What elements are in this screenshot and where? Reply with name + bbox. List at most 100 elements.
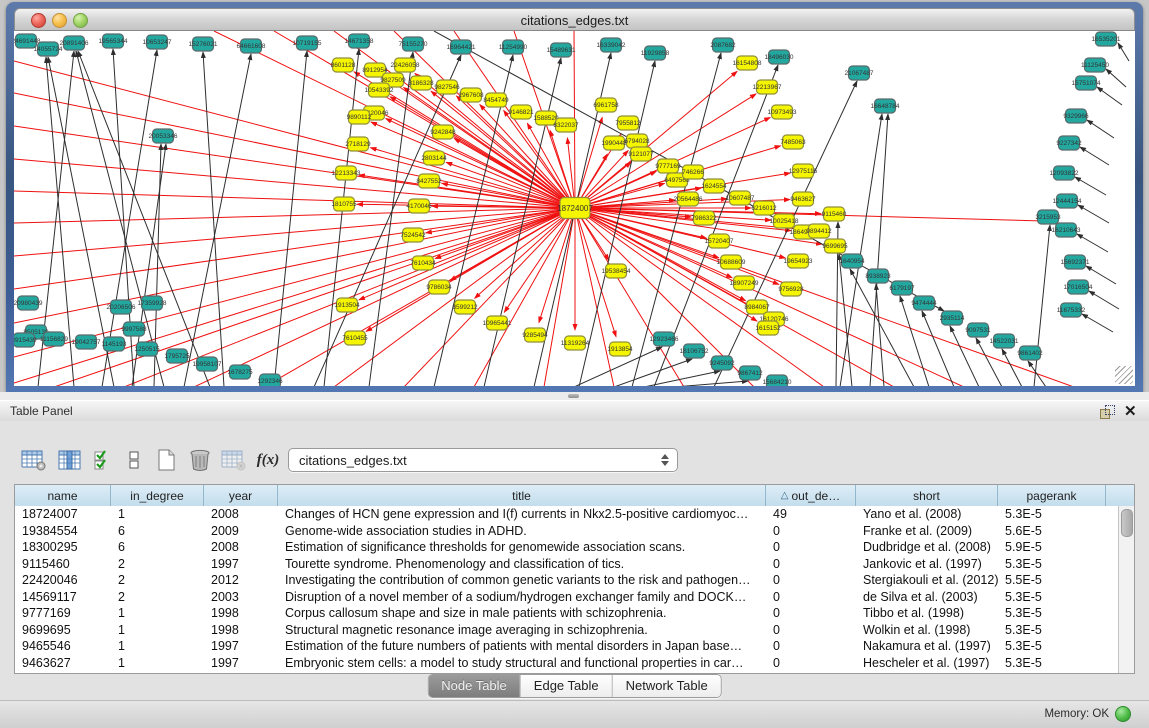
graph-node-yellow[interactable]: 1913854 (607, 342, 633, 356)
column-header-year[interactable]: year (204, 485, 278, 506)
cell-out_degree[interactable]: 49 (766, 506, 856, 523)
graph-node-yellow[interactable]: 10973493 (768, 105, 797, 119)
graph-node-yellow[interactable]: 1990448 (601, 136, 627, 150)
graph-node-teal[interactable]: 8938923 (865, 269, 891, 283)
cell-title[interactable]: Corpus callosum shape and size in male p… (278, 605, 766, 622)
column-select-icon[interactable] (54, 445, 86, 475)
graph-node-teal[interactable]: 16648784 (871, 99, 900, 113)
graph-node-teal[interactable]: 11125450 (1081, 58, 1109, 72)
cell-name[interactable]: 9777169 (15, 605, 111, 622)
graph-node-yellow[interactable]: 15720407 (705, 234, 734, 248)
graph-node-yellow[interactable]: 8322037 (553, 118, 579, 132)
graph-node-teal[interactable]: 14055724 (34, 42, 63, 56)
table-row[interactable]: 1456911722003Disruption of a novel membe… (15, 589, 1119, 606)
graph-node-yellow[interactable]: 8599212 (452, 300, 478, 314)
graph-node-teal[interactable]: 16535201 (1092, 32, 1121, 46)
graph-node-teal[interactable]: 3215953 (1035, 210, 1061, 224)
graph-node-yellow[interactable]: 20564486 (674, 192, 703, 206)
graph-node-yellow[interactable]: 9463627 (790, 192, 816, 206)
table-row[interactable]: 911546021997Tourette syndrome. Phenomeno… (15, 556, 1119, 573)
graph-node-yellow[interactable]: 9890112 (347, 110, 372, 124)
graph-node-yellow[interactable]: 1810755 (331, 197, 357, 211)
cell-name[interactable]: 9699695 (15, 622, 111, 639)
cell-short[interactable]: Nakamura et al. (1997) (856, 638, 998, 655)
graph-node-teal[interactable]: 11929858 (641, 46, 670, 60)
graph-node-yellow[interactable]: 8186328 (408, 76, 434, 90)
graph-node-teal[interactable]: 11675332 (1057, 303, 1086, 317)
graph-node-teal[interactable]: 6179197 (889, 281, 915, 295)
cell-name[interactable]: 22420046 (15, 572, 111, 589)
network-window-frame[interactable]: citations_edges.txt 24691448140557242089… (6, 2, 1143, 392)
graph-node-teal[interactable]: 1678275 (227, 365, 253, 379)
cell-in_degree[interactable]: 2 (111, 589, 204, 606)
graph-node-teal[interactable]: 3915439 (14, 333, 37, 347)
graph-node-yellow[interactable]: 7485063 (780, 135, 806, 149)
cell-name[interactable]: 19384554 (15, 523, 111, 540)
graph-node-teal[interactable]: 14671358 (345, 34, 374, 48)
graph-node-teal[interactable]: 9097531 (965, 323, 991, 337)
graph-node-teal[interactable]: 21067487 (845, 66, 874, 80)
table-row[interactable]: 1872400712008Changes of HCN gene express… (15, 506, 1119, 523)
cell-year[interactable]: 2008 (204, 539, 278, 556)
graph-node-yellow[interactable]: 9115460 (822, 207, 847, 221)
graph-node-teal[interactable]: 9329966 (1063, 109, 1089, 123)
graph-node-teal[interactable]: 64661608 (237, 39, 266, 53)
graph-node-yellow[interactable]: 9827546 (434, 80, 460, 94)
column-header-out_degree[interactable]: △out_de… (766, 485, 856, 506)
vertical-scrollbar[interactable] (1118, 506, 1134, 673)
cell-title[interactable]: Embryonic stem cells: a model to study s… (278, 655, 766, 672)
graph-node-yellow[interactable]: 10607487 (726, 191, 755, 205)
scrollbar-thumb[interactable] (1121, 509, 1133, 537)
graph-node-yellow[interactable]: 8454749 (483, 93, 509, 107)
table-settings-icon[interactable] (18, 445, 50, 475)
graph-node-yellow[interactable]: 7610434 (410, 256, 436, 270)
graph-node-teal[interactable]: 12093822 (1050, 166, 1079, 180)
graph-node-yellow[interactable]: 6961758 (593, 98, 619, 112)
cell-pagerank[interactable]: 5.6E-5 (998, 523, 1106, 540)
graph-node-teal[interactable]: 17016504 (1064, 280, 1093, 294)
graph-node-yellow[interactable]: 7524542 (400, 228, 426, 242)
graph-node-teal[interactable]: 15489631 (547, 43, 576, 57)
cell-in_degree[interactable]: 1 (111, 605, 204, 622)
graph-node-teal[interactable]: 1640954 (839, 254, 865, 268)
graph-node-yellow[interactable]: 18907249 (730, 276, 759, 290)
unselect-rows-icon[interactable] (118, 445, 150, 475)
graph-node-teal[interactable]: 17359928 (138, 296, 167, 310)
cell-short[interactable]: Tibbo et al. (1998) (856, 605, 998, 622)
table-row[interactable]: 2242004622012Investigating the contribut… (15, 572, 1119, 589)
cell-short[interactable]: Yano et al. (2008) (856, 506, 998, 523)
graph-node-teal[interactable]: 15751074 (1072, 76, 1101, 90)
graph-node-teal[interactable]: 1292346 (257, 374, 283, 386)
graph-node-yellow[interactable]: 1624554 (701, 179, 727, 193)
graph-node-teal[interactable]: 16339042 (597, 38, 626, 52)
graph-node-yellow[interactable]: 10543392 (365, 83, 394, 97)
graph-node-teal[interactable]: 20891406 (60, 36, 89, 50)
column-header-name[interactable]: name (15, 485, 111, 506)
graph-node-teal[interactable]: 14522031 (990, 334, 1019, 348)
table-row[interactable]: 946554611997Estimation of the future num… (15, 638, 1119, 655)
cell-in_degree[interactable]: 1 (111, 638, 204, 655)
table-row[interactable]: 946362711997Embryonic stem cells: a mode… (15, 655, 1119, 672)
graph-node-yellow[interactable]: 11319264 (561, 336, 590, 350)
graph-node-yellow[interactable]: 1913504 (334, 298, 360, 312)
graph-node-teal[interactable]: 18496030 (765, 50, 794, 64)
cell-out_degree[interactable]: 0 (766, 523, 856, 540)
table-row[interactable]: 1938455462009Genome-wide association stu… (15, 523, 1119, 540)
cell-pagerank[interactable]: 5.3E-5 (998, 605, 1106, 622)
graph-node-teal[interactable]: 1795725 (164, 349, 190, 363)
graph-node-yellow[interactable]: 2718129 (345, 137, 371, 151)
table-selector-dropdown[interactable]: citations_edges.txt (288, 448, 678, 472)
graph-node-yellow[interactable]: 18724007 (557, 198, 593, 219)
cell-name[interactable]: 9465546 (15, 638, 111, 655)
delete-table-icon[interactable] (184, 445, 216, 475)
graph-node-yellow[interactable]: 9285494 (522, 328, 548, 342)
cell-name[interactable]: 18300295 (15, 539, 111, 556)
function-builder-icon[interactable]: f(x) (252, 445, 284, 475)
graph-node-yellow[interactable]: 7610455 (342, 331, 368, 345)
graph-node-teal[interactable]: 9227342 (1056, 136, 1082, 150)
graph-node-yellow[interactable]: 12975115 (789, 164, 818, 178)
cell-short[interactable]: Wolkin et al. (1998) (856, 622, 998, 639)
cell-in_degree[interactable]: 2 (111, 572, 204, 589)
table-row[interactable]: 969969511998Structural magnetic resonanc… (15, 622, 1119, 639)
cell-title[interactable]: Disruption of a novel member of a sodium… (278, 589, 766, 606)
